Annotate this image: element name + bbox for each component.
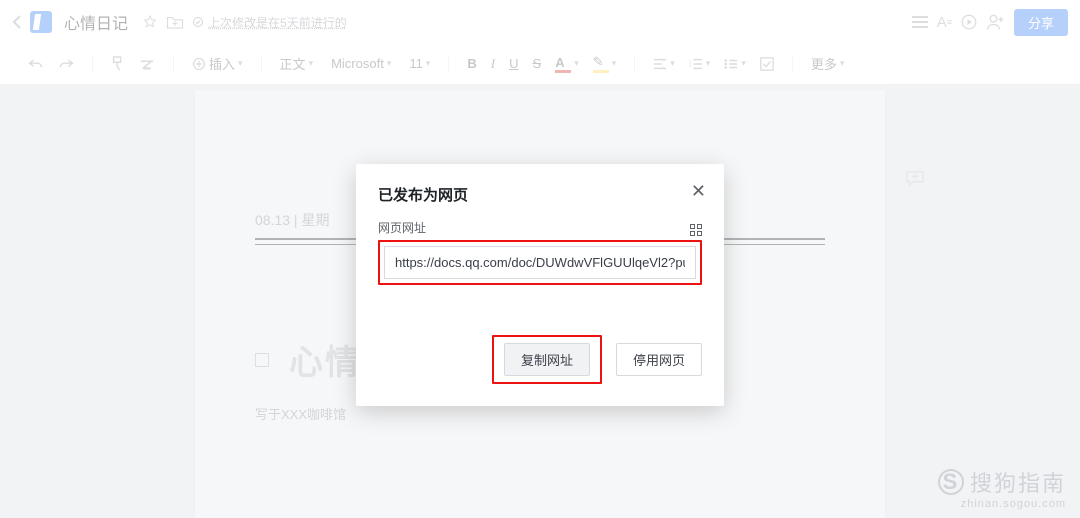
publish-modal: ✕ 已发布为网页 网页网址 复制网址 停用网页 (356, 164, 724, 406)
app-header: 心情日记 上次修改是在5天前进行的 A≡ 分享 (0, 0, 1080, 44)
text-color-dropdown[interactable]: A▾ (555, 55, 579, 73)
last-edit-label[interactable]: 上次修改是在5天前进行的 (192, 14, 347, 31)
qrcode-icon[interactable] (690, 224, 702, 236)
document-title[interactable]: 心情日记 (64, 10, 128, 34)
formatting-toolbar: 插入▾ 正文▾ Microsoft▾ 11▾ B I U S A▾ ✎▾ ▾ 1… (0, 44, 1080, 84)
close-icon[interactable]: ✕ (691, 182, 706, 200)
strikethrough-icon[interactable]: S (533, 56, 542, 71)
copy-url-button[interactable]: 复制网址 (504, 343, 590, 376)
back-icon[interactable] (12, 15, 22, 29)
paragraph-style-dropdown[interactable]: 正文▾ (280, 54, 314, 73)
highlight-box-copy: 复制网址 (492, 335, 602, 384)
redo-icon[interactable] (58, 57, 74, 71)
outline-icon[interactable] (911, 15, 929, 29)
font-family-dropdown[interactable]: Microsoft▾ (331, 56, 391, 71)
url-label: 网页网址 (378, 219, 426, 236)
app-logo-icon (30, 11, 52, 33)
share-button[interactable]: 分享 (1014, 9, 1068, 36)
move-folder-icon[interactable] (166, 14, 184, 30)
add-collaborator-icon[interactable] (986, 13, 1006, 31)
stop-publish-button[interactable]: 停用网页 (616, 343, 702, 376)
bullet-list-dropdown[interactable]: ▾ (724, 58, 746, 70)
highlight-box-url (378, 240, 702, 285)
underline-icon[interactable]: U (509, 56, 518, 71)
text-format-icon[interactable]: A≡ (937, 14, 952, 31)
clear-format-icon[interactable] (139, 57, 155, 71)
italic-icon[interactable]: I (491, 56, 495, 72)
format-paint-icon[interactable] (111, 56, 125, 72)
watermark: S搜狗指南 zhinan.sogou.com (938, 466, 1066, 510)
ordered-list-dropdown[interactable]: 12▾ (689, 58, 711, 70)
history-play-icon[interactable] (960, 13, 978, 31)
more-dropdown[interactable]: 更多▾ (811, 54, 845, 73)
publish-url-input[interactable] (384, 246, 696, 279)
font-size-dropdown[interactable]: 11▾ (409, 56, 430, 71)
document-canvas: 08.13 | 星期 心情日记 写于XXX咖啡馆 ✕ 已发布为网页 网页网址 (0, 84, 1080, 518)
svg-text:2: 2 (689, 62, 692, 67)
insert-dropdown[interactable]: 插入▾ (192, 54, 243, 73)
undo-icon[interactable] (28, 57, 44, 71)
modal-overlay: ✕ 已发布为网页 网页网址 复制网址 停用网页 (0, 84, 1080, 518)
highlight-color-dropdown[interactable]: ✎▾ (593, 54, 617, 73)
checklist-icon[interactable] (760, 57, 774, 71)
star-icon[interactable] (142, 14, 158, 30)
modal-title: 已发布为网页 (378, 184, 702, 205)
bold-icon[interactable]: B (467, 56, 476, 71)
align-dropdown[interactable]: ▾ (653, 58, 675, 70)
